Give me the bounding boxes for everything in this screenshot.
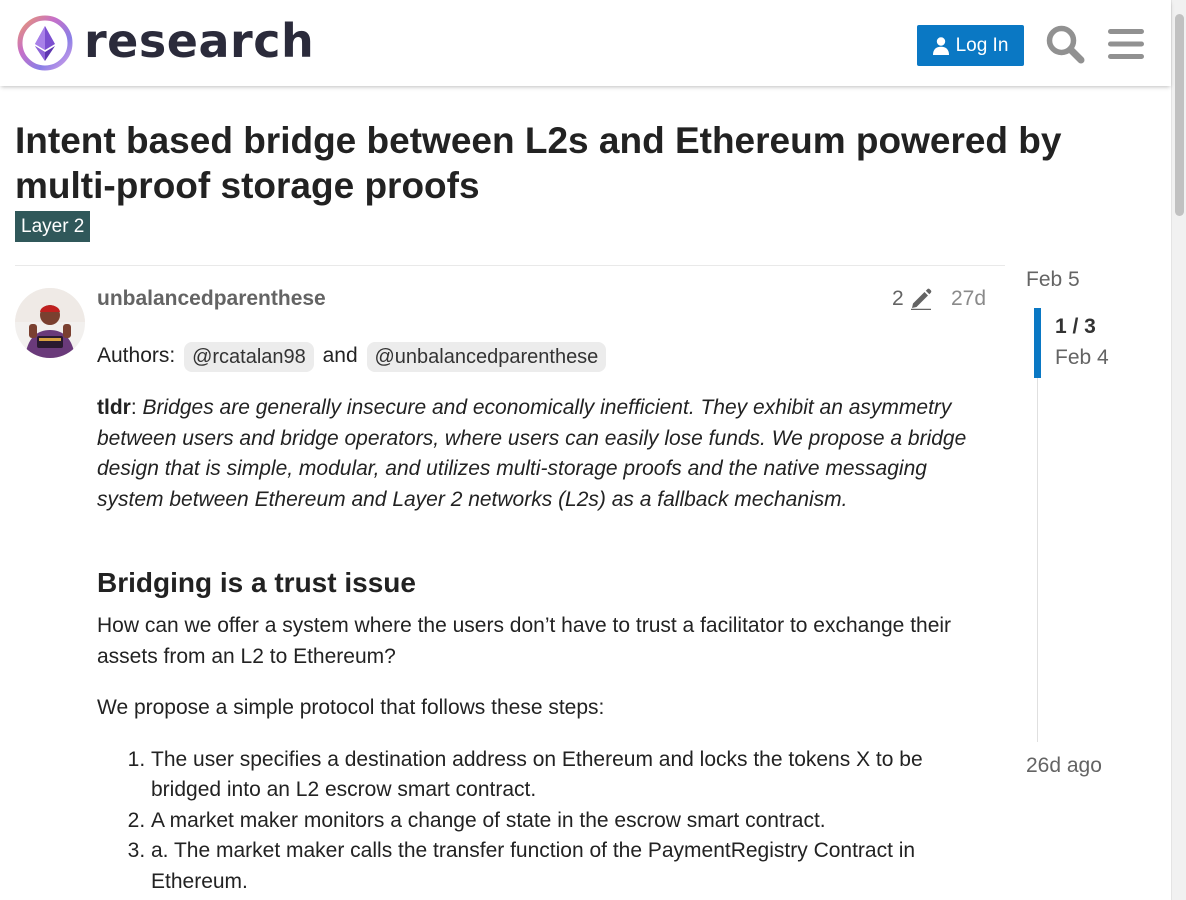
and-text: and: [322, 344, 358, 368]
tldr-text: Bridges are generally insecure and econo…: [97, 396, 967, 511]
timeline-post-position: 1 / 3: [1055, 315, 1096, 338]
timeline-scroller-handle[interactable]: [1034, 308, 1041, 378]
list-item: A market maker monitors a change of stat…: [151, 806, 997, 837]
authors-line: Authors: @rcatalan98 and @unbalancedpare…: [97, 340, 997, 373]
post-paragraph: How can we offer a system where the user…: [97, 614, 952, 668]
logo-icon: [17, 15, 73, 71]
hamburger-menu-icon[interactable]: [1108, 27, 1144, 61]
authors-label: Authors:: [97, 344, 176, 368]
avatar[interactable]: [15, 288, 85, 358]
mention-unbalancedparenthese[interactable]: @unbalancedparenthese: [366, 341, 607, 372]
login-label: Log In: [955, 34, 1009, 56]
edit-history-button[interactable]: 2: [892, 285, 932, 313]
steps-list: The user specifies a destination address…: [97, 745, 997, 898]
login-button[interactable]: Log In: [917, 25, 1024, 66]
user-icon: [932, 36, 949, 55]
scrollbar-thumb[interactable]: [1175, 14, 1184, 216]
list-item: a. The market maker calls the transfer f…: [151, 836, 997, 897]
page-scrollbar[interactable]: [1171, 0, 1186, 900]
section-heading: Bridging is a trust issue: [97, 567, 416, 598]
category-badge[interactable]: Layer 2: [15, 211, 91, 242]
post-date[interactable]: 27d: [951, 285, 986, 313]
edit-count: 2: [892, 287, 904, 310]
topic-divider: [15, 265, 1005, 266]
mention-rcatalan98[interactable]: @rcatalan98: [184, 341, 314, 372]
avatar-image: [15, 288, 85, 358]
tldr-label: tldr: [97, 396, 131, 419]
tldr-paragraph: tldr: Bridges are generally insecure and…: [97, 393, 997, 515]
list-item: The user specifies a destination address…: [151, 745, 997, 806]
timeline-position-date: Feb 4: [1055, 346, 1109, 369]
search-icon[interactable]: [1045, 24, 1085, 64]
logo-wordmark: research: [84, 14, 315, 68]
post-paragraph: We propose a simple protocol that follow…: [97, 696, 605, 719]
post-body: Authors: @rcatalan98 and @unbalancedpare…: [97, 340, 997, 897]
timeline-end-date[interactable]: 26d ago: [1026, 752, 1102, 780]
pencil-icon: [910, 288, 932, 310]
post-username[interactable]: unbalancedparenthese: [97, 285, 326, 313]
tldr-colon: :: [130, 396, 137, 419]
timeline-start-date[interactable]: Feb 5: [1026, 266, 1080, 294]
site-header: research Log In: [0, 0, 1171, 86]
site-logo[interactable]: research: [16, 14, 314, 72]
topic-title[interactable]: Intent based bridge between L2s and Ethe…: [15, 118, 1075, 208]
